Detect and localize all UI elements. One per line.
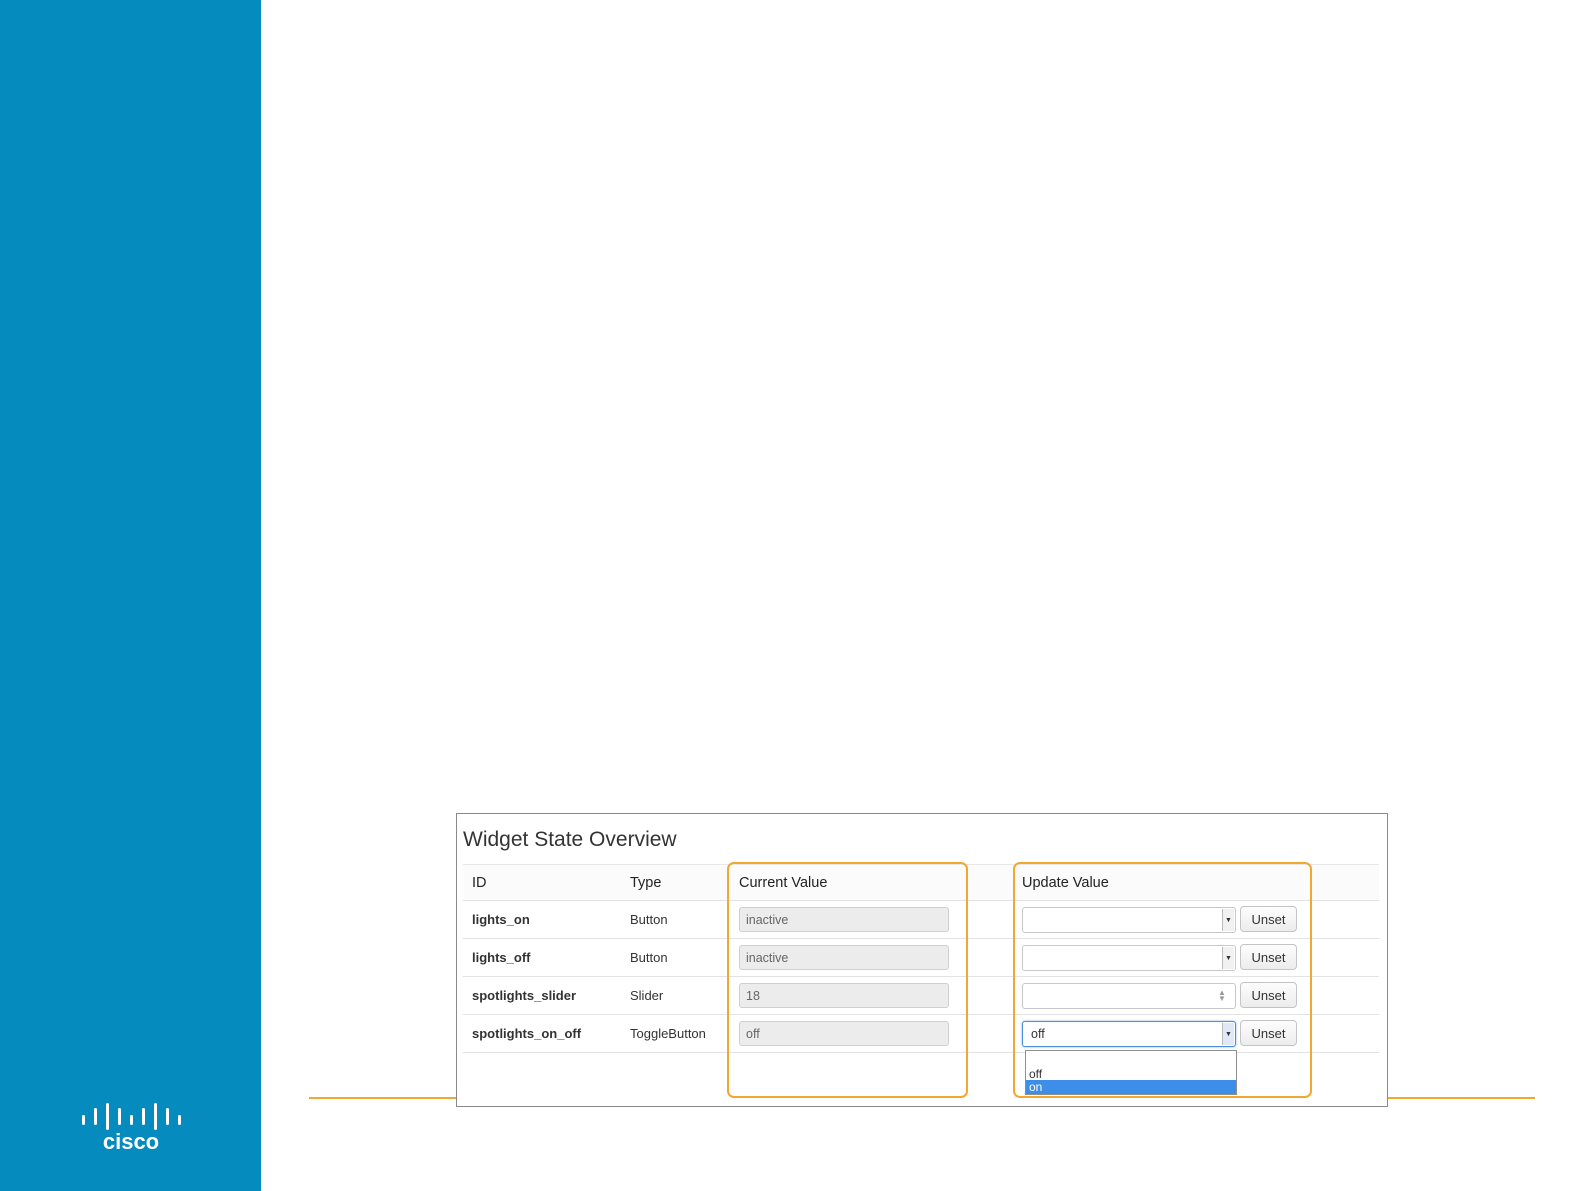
cisco-logo: cisco (80, 1103, 182, 1151)
widget-id: spotlights_on_off (472, 1026, 582, 1041)
widget-id: spotlights_slider (472, 988, 577, 1003)
widget-id: lights_on (472, 912, 530, 927)
widget-type: Button (630, 950, 668, 965)
update-value-highlight-box (1013, 862, 1312, 1098)
panel-title: Widget State Overview (463, 828, 677, 851)
column-header-type: Type (630, 874, 662, 891)
widget-type: Slider (630, 988, 664, 1003)
brand-sidebar: cisco (0, 0, 261, 1191)
widget-id: lights_off (472, 950, 531, 965)
column-header-id: ID (472, 874, 487, 891)
cisco-wordmark: cisco (103, 1129, 159, 1151)
widget-type: Button (630, 912, 668, 927)
current-value-highlight-box (727, 862, 968, 1098)
widget-type: ToggleButton (630, 1026, 706, 1041)
